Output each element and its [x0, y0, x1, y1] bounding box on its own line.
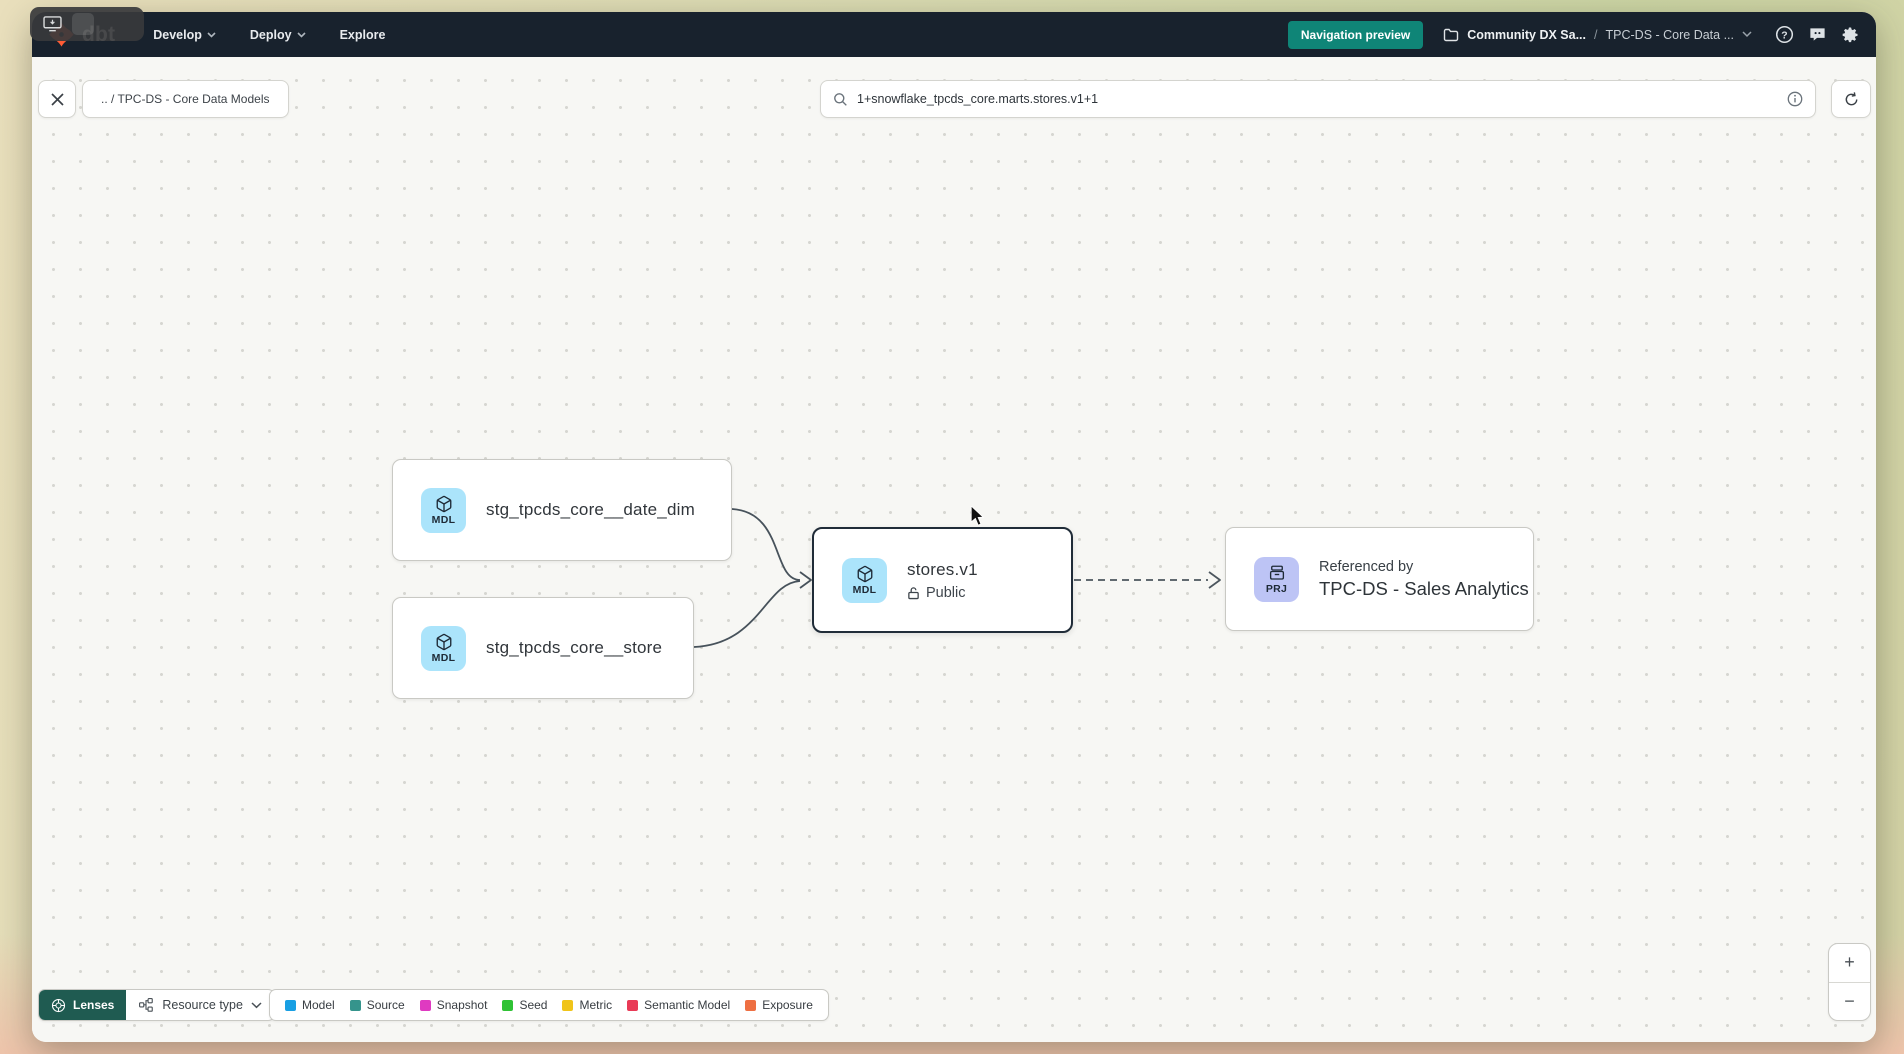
- resource-type-label: Resource type: [162, 998, 243, 1012]
- zoom-controls: + −: [1828, 943, 1871, 1021]
- chevron-down-icon: [297, 32, 306, 38]
- node-title: stg_tpcds_core__date_dim: [486, 500, 695, 520]
- node-stg-tpcds-core-date-dim[interactable]: MDL stg_tpcds_core__date_dim: [392, 459, 732, 561]
- info-icon[interactable]: [1787, 91, 1803, 107]
- resource-type-legend: Model Source Snapshot Seed Metric Semant…: [269, 989, 829, 1021]
- lenses-label: Lenses: [73, 998, 114, 1012]
- legend-item-snapshot: Snapshot: [420, 998, 488, 1012]
- breadcrumb-separator: /: [1594, 28, 1597, 42]
- nav-menus: Develop Deploy Explore: [153, 28, 385, 42]
- chevron-down-icon: [207, 32, 216, 38]
- chevron-down-icon: [1742, 31, 1752, 38]
- node-kicker: Referenced by: [1319, 559, 1529, 575]
- exposure-swatch: [745, 1000, 756, 1011]
- navbar-right: Navigation preview Community DX Sa... / …: [1288, 21, 1860, 49]
- navigation-preview-badge[interactable]: Navigation preview: [1288, 21, 1423, 49]
- nav-menu-develop-label: Develop: [153, 28, 202, 42]
- resource-type-icon: [138, 997, 154, 1013]
- screen-share-indicator[interactable]: [30, 7, 144, 41]
- legend-item-exposure: Exposure: [745, 998, 813, 1012]
- metric-swatch: [562, 1000, 573, 1011]
- nav-menu-deploy-label: Deploy: [250, 28, 292, 42]
- feedback-icon[interactable]: [1807, 25, 1827, 45]
- navbar-icons: ?: [1774, 25, 1860, 45]
- help-icon[interactable]: ?: [1774, 25, 1794, 45]
- close-lineage-button[interactable]: [38, 80, 76, 118]
- node-stores-v1-selected[interactable]: MDL stores.v1 Public: [812, 527, 1073, 633]
- resource-type-dropdown[interactable]: Resource type: [126, 990, 274, 1020]
- monitor-icon: [43, 16, 62, 32]
- badge-label: MDL: [853, 584, 877, 596]
- folder-icon: [1443, 28, 1459, 42]
- nav-menu-deploy[interactable]: Deploy: [250, 28, 306, 42]
- seed-swatch: [502, 1000, 513, 1011]
- legend-item-source: Source: [350, 998, 405, 1012]
- lens-icon: [51, 998, 66, 1013]
- lineage-search-box: [820, 80, 1816, 118]
- cube-icon: [856, 565, 874, 583]
- node-title: TPC-DS - Sales Analytics: [1319, 578, 1529, 600]
- lineage-path-chip[interactable]: .. / TPC-DS - Core Data Models: [82, 80, 289, 118]
- search-icon: [833, 92, 848, 107]
- lenses-control-group: Lenses Resource type: [38, 989, 275, 1021]
- badge-label: MDL: [432, 514, 456, 526]
- node-stg-tpcds-core-store[interactable]: MDL stg_tpcds_core__store: [392, 597, 694, 699]
- legend-item-seed: Seed: [502, 998, 547, 1012]
- refresh-icon: [1843, 91, 1860, 108]
- archive-icon: [1268, 564, 1286, 582]
- model-badge: MDL: [421, 488, 466, 533]
- cube-icon: [435, 495, 453, 513]
- nav-menu-develop[interactable]: Develop: [153, 28, 216, 42]
- app-window: dbt Develop Deploy Explore Navigation pr…: [32, 12, 1876, 1042]
- lineage-selector-input[interactable]: [857, 92, 1778, 106]
- node-referenced-by-project[interactable]: PRJ Referenced by TPC-DS - Sales Analyti…: [1225, 527, 1534, 631]
- nav-menu-explore[interactable]: Explore: [340, 28, 386, 42]
- model-badge: MDL: [842, 558, 887, 603]
- access-label: Public: [926, 585, 966, 601]
- cube-icon: [435, 633, 453, 651]
- top-navbar: dbt Develop Deploy Explore Navigation pr…: [32, 12, 1876, 57]
- badge-label: PRJ: [1266, 583, 1287, 595]
- node-title: stores.v1: [907, 560, 978, 580]
- chevron-down-icon: [251, 1002, 262, 1009]
- share-chip-secondary: [72, 13, 94, 35]
- lenses-button[interactable]: Lenses: [39, 990, 126, 1020]
- legend-item-model: Model: [285, 998, 335, 1012]
- lock-open-icon: [907, 586, 920, 600]
- semantic-model-swatch: [627, 1000, 638, 1011]
- legend-item-metric: Metric: [562, 998, 612, 1012]
- snapshot-swatch: [420, 1000, 431, 1011]
- settings-gear-icon[interactable]: [1840, 25, 1860, 45]
- model-swatch: [285, 1000, 296, 1011]
- zoom-out-button[interactable]: −: [1829, 983, 1870, 1021]
- refresh-lineage-button[interactable]: [1831, 80, 1871, 118]
- svg-text:?: ?: [1781, 30, 1787, 41]
- close-icon: [50, 92, 65, 107]
- breadcrumb-project: TPC-DS - Core Data ...: [1606, 28, 1735, 42]
- source-swatch: [350, 1000, 361, 1011]
- nav-menu-explore-label: Explore: [340, 28, 386, 42]
- project-badge: PRJ: [1254, 557, 1299, 602]
- node-title: stg_tpcds_core__store: [486, 638, 662, 658]
- badge-label: MDL: [432, 652, 456, 664]
- legend-item-semantic-model: Semantic Model: [627, 998, 730, 1012]
- breadcrumb[interactable]: Community DX Sa... / TPC-DS - Core Data …: [1443, 28, 1752, 42]
- zoom-in-button[interactable]: +: [1829, 944, 1870, 983]
- node-access: Public: [907, 585, 978, 601]
- model-badge: MDL: [421, 626, 466, 671]
- breadcrumb-account: Community DX Sa...: [1467, 28, 1586, 42]
